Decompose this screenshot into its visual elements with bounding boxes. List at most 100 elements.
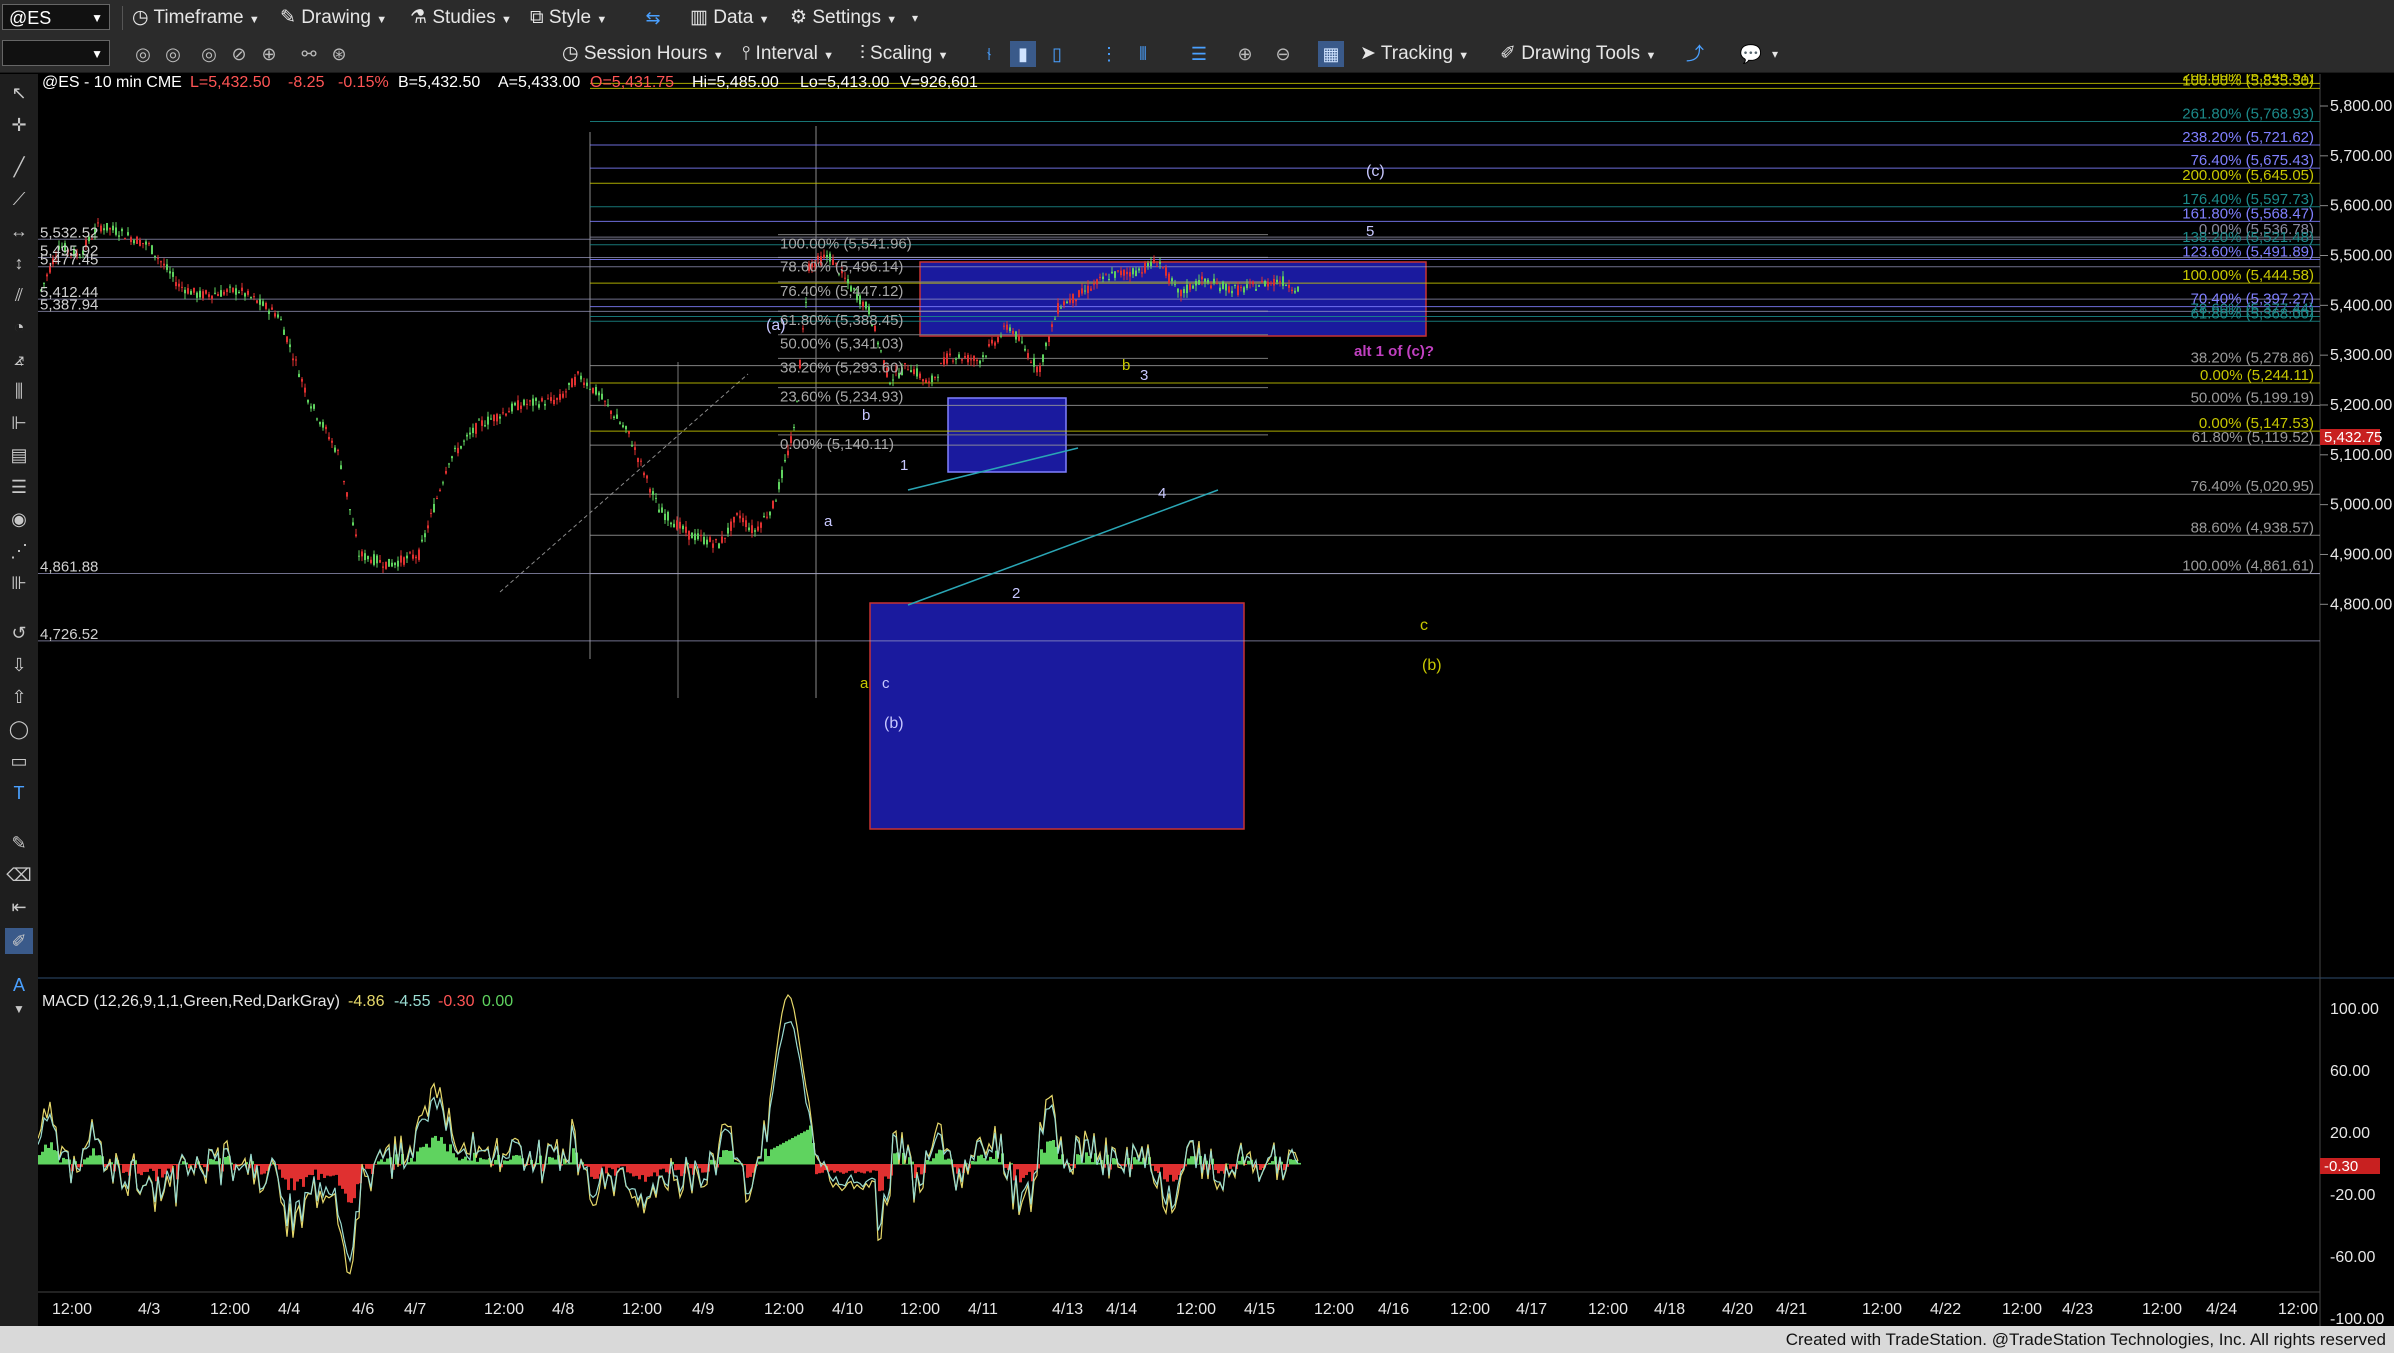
channel-icon[interactable]: ⫽ — [5, 282, 33, 308]
macd-bar — [848, 1164, 851, 1172]
toolbar-overflow[interactable]: ▾ — [912, 5, 918, 31]
candle-body — [1123, 269, 1125, 276]
compress-icon[interactable]: ⫴ — [1130, 41, 1156, 67]
link-icon[interactable]: ⇆ — [640, 5, 666, 31]
candle-body — [1036, 366, 1038, 373]
session-hours-menu[interactable]: ◷ Session Hours ▼ — [562, 41, 724, 67]
data-menu[interactable]: ▥ Data ▼ — [690, 5, 770, 31]
magnet-icon[interactable]: ✐ — [5, 928, 33, 954]
candle-body — [616, 414, 618, 419]
clock-icon: ◷ — [132, 7, 149, 28]
macd-bar — [296, 1164, 299, 1182]
candle-body — [1267, 281, 1269, 287]
zoom-bars-icon[interactable]: ⋮ — [1096, 41, 1122, 67]
candle-body — [1012, 330, 1014, 334]
toolbar-overflow[interactable]: ▾ — [1772, 41, 1778, 67]
cycle-icon[interactable]: ◎ — [160, 41, 186, 67]
down-arrow-icon[interactable]: ⇩ — [5, 652, 33, 678]
pencil-icon: ✎ — [280, 7, 296, 28]
candle-body — [466, 434, 468, 437]
text-icon[interactable]: T — [5, 780, 33, 806]
candle-body — [448, 463, 450, 465]
fib-time-icon[interactable]: ☰ — [5, 474, 33, 500]
grid-icon[interactable]: ▦ — [1318, 41, 1344, 67]
cycle-icon[interactable]: ⋰ — [5, 538, 33, 564]
price-chart[interactable]: @ES - 10 min CME L=5,432.50 -8.25 -0.15%… — [38, 74, 2394, 1326]
drawing-menu[interactable]: ✎ Drawing ▼ — [280, 5, 387, 31]
lasso-icon[interactable]: ↺ — [5, 620, 33, 646]
candle-body — [1039, 365, 1041, 372]
horizontal-line-icon[interactable]: ↔ — [5, 218, 33, 244]
export-icon[interactable]: ⤴ — [1682, 41, 1708, 67]
panes-icon[interactable]: ☰ — [1186, 41, 1212, 67]
candle-body — [904, 362, 906, 365]
candle-body — [172, 272, 174, 277]
link-icon[interactable]: ⊘ — [226, 41, 252, 67]
zoom-out-icon[interactable]: ⊖ — [1270, 41, 1296, 67]
pointer-icon[interactable]: ↖ — [5, 80, 33, 106]
candle-body — [106, 222, 108, 231]
chat-icon[interactable]: 💬 — [1738, 41, 1764, 67]
gann-icon[interactable]: ⫼ — [5, 378, 33, 404]
macd-bar — [959, 1164, 962, 1168]
fib-ext-icon[interactable]: ⊩ — [5, 410, 33, 436]
macd-bar — [320, 1164, 323, 1174]
studies-icon[interactable]: ⚯ — [296, 41, 322, 67]
wave-label-a-sub: a — [824, 513, 833, 530]
settings-menu[interactable]: ⚙ Settings ▼ — [790, 5, 897, 31]
scaling-menu[interactable]: ⫶ Scaling ▼ — [860, 41, 949, 67]
style-menu[interactable]: ⧉ Style ▼ — [530, 5, 607, 31]
tracking-menu[interactable]: ➤ Tracking ▼ — [1360, 41, 1469, 67]
zoom-in-icon[interactable]: ⊕ — [1232, 41, 1258, 67]
ellipse-icon[interactable]: ◯ — [5, 716, 33, 742]
vertical-line-icon[interactable]: ↕ — [5, 250, 33, 276]
candle-body — [826, 254, 828, 257]
candle-body — [136, 236, 138, 244]
trendline-icon[interactable]: ╱ — [5, 154, 33, 180]
macd-bar — [815, 1164, 818, 1175]
ray-icon[interactable]: ⟋ — [5, 186, 33, 212]
macd-bar — [416, 1151, 419, 1165]
pencil-icon[interactable]: ✎ — [5, 830, 33, 856]
candle-body — [1198, 280, 1200, 285]
hollow-candle-icon[interactable]: ▯ — [1044, 41, 1070, 67]
target-box-lower[interactable] — [869, 602, 1245, 830]
chevron-down-icon[interactable]: ▼ — [5, 996, 33, 1022]
secondary-symbol-input[interactable]: ▼ — [2, 40, 110, 66]
speedline-icon[interactable]: ⦨ — [5, 346, 33, 372]
macd-bar — [1289, 1159, 1292, 1165]
candle-body — [499, 416, 501, 419]
symbol-input[interactable]: @ES ▼ — [2, 4, 110, 30]
macd-bar — [701, 1164, 704, 1173]
macd-bar — [794, 1136, 797, 1165]
period-icon[interactable]: ⊪ — [5, 570, 33, 596]
measure-icon[interactable]: ⇤ — [5, 894, 33, 920]
timeframe-menu[interactable]: ◷ Timeframe ▼ — [132, 5, 260, 31]
crosshair-icon[interactable]: ✛ — [5, 112, 33, 138]
macd-bar — [596, 1164, 599, 1179]
wave-label-a-yellow: a — [860, 675, 869, 692]
eraser-icon[interactable]: ⌫ — [5, 862, 33, 888]
fib-mid-label: 23.60% (5,234.93) — [780, 389, 903, 406]
data-label: Data — [713, 7, 754, 28]
refresh-icon[interactable]: ◎ — [130, 41, 156, 67]
bar-type-icon[interactable]: ⫮ — [976, 41, 1002, 67]
macd-bar — [1238, 1160, 1241, 1165]
studies-menu[interactable]: ⚗ Studies ▼ — [410, 5, 512, 31]
fib-retrace-icon[interactable]: ▤ — [5, 442, 33, 468]
candle-body — [721, 536, 723, 543]
up-arrow-icon[interactable]: ⇧ — [5, 684, 33, 710]
drawing-tools-menu[interactable]: ✐ Drawing Tools ▼ — [1500, 41, 1656, 67]
macd-bar — [437, 1140, 440, 1165]
interval-menu[interactable]: ⫯ Interval ▼ — [742, 41, 834, 67]
sync-icon[interactable]: ⊕ — [256, 41, 282, 67]
rectangle-icon[interactable]: ▭ — [5, 748, 33, 774]
spiral-icon[interactable]: ◉ — [5, 506, 33, 532]
candlestick-icon[interactable]: ▮ — [1010, 41, 1036, 67]
last-price: L=5,432.50 — [190, 74, 271, 91]
indicator-icon[interactable]: A — [5, 972, 33, 998]
target-icon[interactable]: ◎ — [196, 41, 222, 67]
arc-icon[interactable]: ◔ — [5, 314, 33, 340]
layers-icon[interactable]: ⊛ — [326, 41, 352, 67]
macd-bar — [779, 1144, 782, 1165]
